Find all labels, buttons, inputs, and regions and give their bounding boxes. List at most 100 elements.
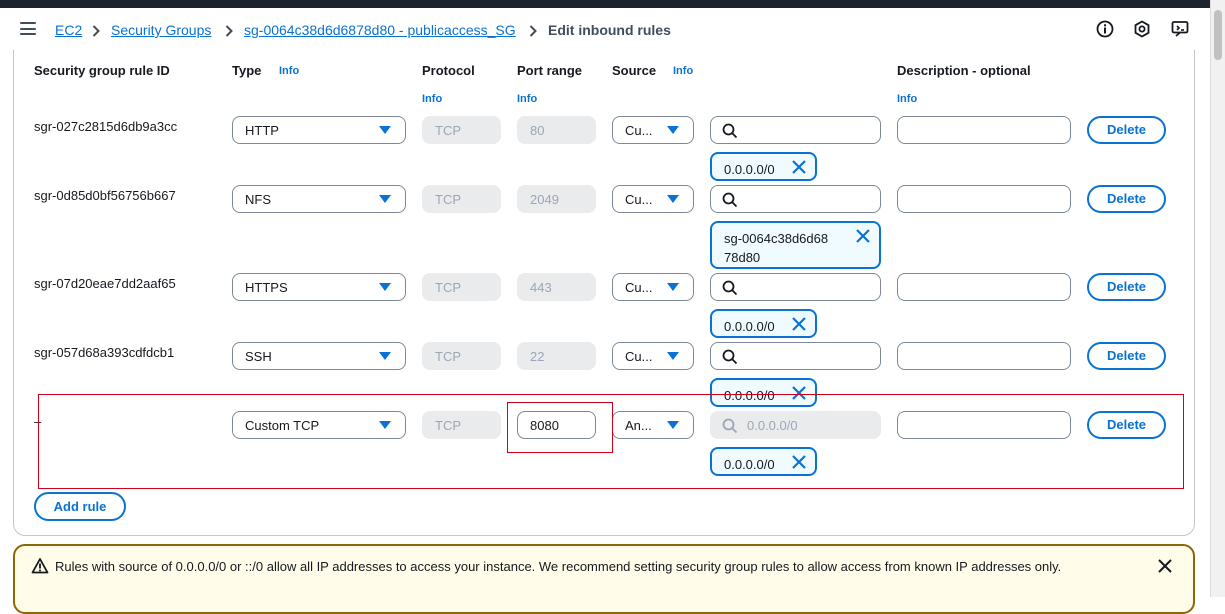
breadcrumb-current-page: Edit inbound rules xyxy=(548,22,671,38)
settings-hex-icon[interactable] xyxy=(1131,18,1153,40)
highlight-port-range xyxy=(507,402,613,453)
type-select-value: SSH xyxy=(245,349,272,364)
source-token-value: sg-0064c38d6d68 78d80 xyxy=(724,231,829,265)
search-icon xyxy=(722,123,738,139)
description-input[interactable] xyxy=(897,116,1071,144)
description-input[interactable] xyxy=(897,185,1071,213)
protocol-field: TCP xyxy=(422,185,501,213)
search-icon xyxy=(722,349,738,365)
caret-down-icon xyxy=(379,352,391,360)
source-select[interactable]: Cu... xyxy=(612,116,694,144)
port-value: 2049 xyxy=(530,192,559,207)
type-select-value: HTTPS xyxy=(245,280,288,295)
source-token: 0.0.0.0/0 xyxy=(710,309,817,338)
close-icon[interactable] xyxy=(1157,558,1173,574)
close-icon[interactable] xyxy=(791,316,807,332)
column-header-port-range: Port range xyxy=(517,63,583,78)
add-rule-button[interactable]: Add rule xyxy=(34,492,126,521)
type-info-link[interactable]: Info xyxy=(279,65,299,77)
feedback-icon[interactable] xyxy=(1169,18,1191,40)
close-icon[interactable] xyxy=(855,228,871,244)
warning-alert: Rules with source of 0.0.0.0/0 or ::/0 a… xyxy=(13,544,1195,614)
source-select[interactable]: Cu... xyxy=(612,273,694,301)
port-value: 443 xyxy=(530,280,552,295)
source-search-input[interactable] xyxy=(710,116,881,144)
description-input[interactable] xyxy=(897,342,1071,370)
protocol-value: TCP xyxy=(435,280,461,295)
chevron-right-icon xyxy=(225,25,233,37)
column-header-protocol: Protocol xyxy=(422,63,475,78)
source-select-value: Cu... xyxy=(625,192,653,207)
breadcrumb-security-groups[interactable]: Security Groups xyxy=(111,22,211,38)
caret-down-icon xyxy=(667,283,679,291)
search-icon xyxy=(722,280,738,296)
port-value: 22 xyxy=(530,349,545,364)
warning-icon xyxy=(31,558,49,574)
breadcrumb-ec2[interactable]: EC2 xyxy=(55,22,82,38)
rule-id: sgr-0d85d0bf56756b667 xyxy=(34,188,176,203)
source-select[interactable]: Cu... xyxy=(612,342,694,370)
source-select[interactable]: Cu... xyxy=(612,185,694,213)
port-range-field: 22 xyxy=(517,342,596,370)
rule-id: sgr-07d20eae7dd2aaf65 xyxy=(34,276,176,291)
column-header-source: Source xyxy=(612,63,657,78)
caret-down-icon xyxy=(379,126,391,134)
type-select-value: HTTP xyxy=(245,123,279,138)
protocol-value: TCP xyxy=(435,349,461,364)
type-select[interactable]: SSH xyxy=(232,342,406,370)
protocol-field: TCP xyxy=(422,116,501,144)
column-header-description: Description - optional xyxy=(897,63,1031,78)
source-token-value: 0.0.0.0/0 xyxy=(724,162,775,177)
source-search-input[interactable] xyxy=(710,185,881,213)
column-header-rule-id: Security group rule ID xyxy=(34,63,170,78)
caret-down-icon xyxy=(379,283,391,291)
caret-down-icon xyxy=(667,126,679,134)
protocol-field: TCP xyxy=(422,342,501,370)
port-value: 80 xyxy=(530,123,545,138)
type-select-value: NFS xyxy=(245,192,271,207)
header-bar: EC2 Security Groups sg-0064c38d6d6878d80… xyxy=(0,8,1210,52)
description-info-link[interactable]: Info xyxy=(897,93,917,105)
caret-down-icon xyxy=(667,195,679,203)
type-select[interactable]: HTTP xyxy=(232,116,406,144)
protocol-value: TCP xyxy=(435,123,461,138)
protocol-field: TCP xyxy=(422,273,501,301)
source-select-value: Cu... xyxy=(625,123,653,138)
source-search-input[interactable] xyxy=(710,273,881,301)
port-range-field: 443 xyxy=(517,273,596,301)
port-range-field: 2049 xyxy=(517,185,596,213)
column-header-type: Type xyxy=(232,63,262,78)
scrollbar[interactable] xyxy=(1210,0,1225,597)
rule-id: sgr-027c2815d6db9a3cc xyxy=(34,119,178,134)
source-select-value: Cu... xyxy=(625,280,653,295)
info-icon[interactable] xyxy=(1094,18,1116,40)
type-select[interactable]: HTTPS xyxy=(232,273,406,301)
type-select[interactable]: NFS xyxy=(232,185,406,213)
scrollbar-thumb[interactable] xyxy=(1214,10,1222,60)
source-token: 0.0.0.0/0 xyxy=(710,152,817,181)
source-info-link[interactable]: Info xyxy=(673,65,693,77)
chevron-right-icon xyxy=(529,25,537,37)
source-token-value: 0.0.0.0/0 xyxy=(724,319,775,334)
warning-text: Rules with source of 0.0.0.0/0 or ::/0 a… xyxy=(55,559,1062,574)
source-search-input[interactable] xyxy=(710,342,881,370)
close-icon[interactable] xyxy=(791,159,807,175)
description-input[interactable] xyxy=(897,273,1071,301)
protocol-value: TCP xyxy=(435,192,461,207)
delete-button[interactable]: Delete xyxy=(1087,273,1166,301)
port-range-field: 80 xyxy=(517,116,596,144)
chevron-right-icon xyxy=(92,25,100,37)
top-strip xyxy=(0,0,1210,8)
source-select-value: Cu... xyxy=(625,349,653,364)
delete-button[interactable]: Delete xyxy=(1087,185,1166,213)
caret-down-icon xyxy=(667,352,679,360)
breadcrumb-security-group[interactable]: sg-0064c38d6d6878d80 - publicaccess_SG xyxy=(244,22,516,38)
protocol-info-link[interactable]: Info xyxy=(422,93,442,105)
search-icon xyxy=(722,192,738,208)
source-token: sg-0064c38d6d68 78d80 xyxy=(710,221,881,269)
delete-button[interactable]: Delete xyxy=(1087,116,1166,144)
caret-down-icon xyxy=(379,195,391,203)
port-info-link[interactable]: Info xyxy=(517,93,537,105)
menu-icon[interactable] xyxy=(20,22,36,35)
delete-button[interactable]: Delete xyxy=(1087,342,1166,370)
